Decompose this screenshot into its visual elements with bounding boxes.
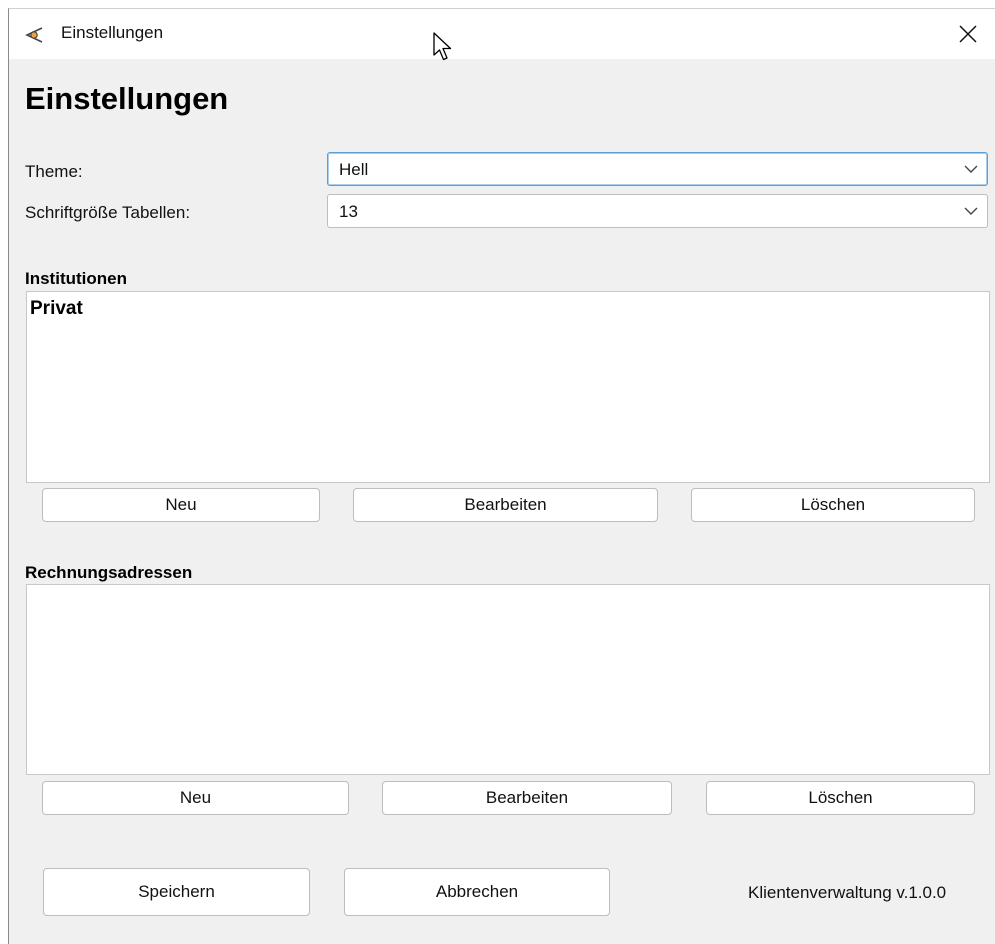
font-size-label: Schriftgröße Tabellen: <box>25 203 191 222</box>
theme-select[interactable]: Hell <box>327 152 988 186</box>
chevron-down-icon <box>964 207 978 215</box>
billing-delete-button[interactable]: Löschen <box>706 781 975 815</box>
list-item[interactable]: Privat <box>30 298 83 320</box>
institutions-list[interactable]: Privat <box>26 291 990 483</box>
institutions-title: Institutionen <box>25 269 127 288</box>
theme-select-value: Hell <box>339 160 369 179</box>
institutions-edit-button[interactable]: Bearbeiten <box>353 488 658 522</box>
font-size-select[interactable]: 13 <box>327 194 988 228</box>
billing-addresses-title: Rechnungsadressen <box>25 563 193 582</box>
version-label: Klientenverwaltung v.1.0.0 <box>748 883 947 902</box>
institutions-delete-button[interactable]: Löschen <box>691 488 975 522</box>
page-title: Einstellungen <box>25 81 229 116</box>
close-button[interactable] <box>949 17 987 51</box>
font-size-select-value: 13 <box>339 202 358 221</box>
window-title: Einstellungen <box>61 23 164 42</box>
mouse-pointer-icon <box>433 32 452 61</box>
title-bar: Einstellungen <box>9 9 995 59</box>
institutions-new-button[interactable]: Neu <box>42 488 320 522</box>
settings-window: Einstellungen Einstellungen Theme: Hell … <box>8 8 995 944</box>
billing-addresses-list[interactable] <box>26 584 990 775</box>
save-button[interactable]: Speichern <box>43 868 310 916</box>
theme-label: Theme: <box>25 162 83 181</box>
chevron-down-icon <box>964 165 978 173</box>
close-icon <box>959 25 977 43</box>
billing-new-button[interactable]: Neu <box>42 781 349 815</box>
billing-edit-button[interactable]: Bearbeiten <box>382 781 672 815</box>
cancel-button[interactable]: Abbrechen <box>344 868 610 916</box>
app-icon <box>25 27 43 43</box>
